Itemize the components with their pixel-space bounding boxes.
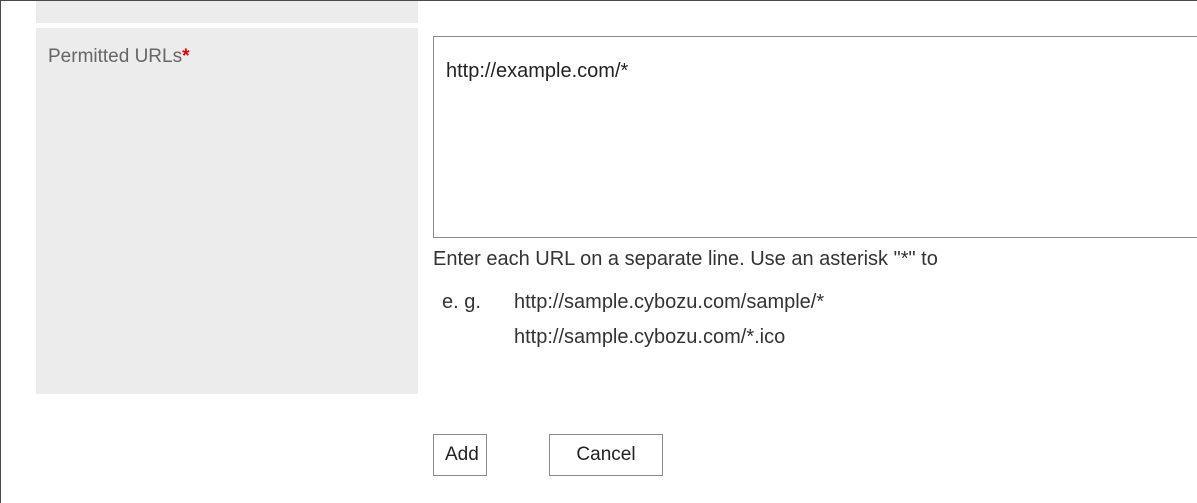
field-label: Permitted URLs* xyxy=(48,46,190,68)
previous-row-label-cell xyxy=(36,1,418,23)
required-mark: * xyxy=(182,46,190,67)
help-text: Enter each URL on a separate line. Use a… xyxy=(433,248,938,270)
field-label-text: Permitted URLs xyxy=(48,46,183,67)
permitted-urls-textarea[interactable] xyxy=(433,36,1197,238)
cancel-button[interactable]: Cancel xyxy=(549,434,663,476)
form-container: Permitted URLs* Enter each URL on a sepa… xyxy=(0,0,1197,503)
example-url: http://sample.cybozu.com/*.ico xyxy=(514,326,786,348)
example-prefix: e. g. xyxy=(442,291,481,313)
add-button[interactable]: Add xyxy=(433,434,487,476)
permitted-urls-label-cell: Permitted URLs* xyxy=(36,28,418,394)
example-url: http://sample.cybozu.com/sample/* xyxy=(514,291,825,313)
